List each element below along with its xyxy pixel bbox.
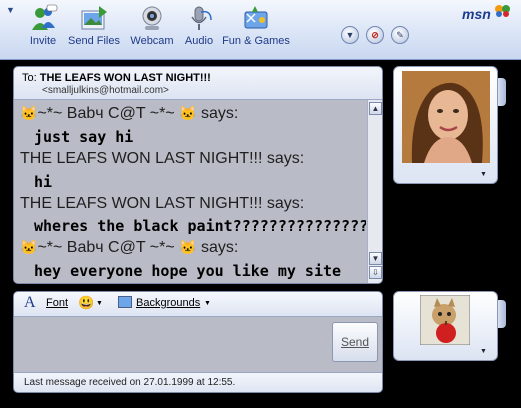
sender-name: ~*~ Babч C@T ~*~ xyxy=(37,105,175,122)
font-button[interactable]: Font xyxy=(46,297,68,309)
sender-line: 🐱~*~ Babч C@T ~*~ 🐱 says: xyxy=(20,105,238,123)
says-label: says: xyxy=(201,105,239,122)
format-toolbar: A Font 😃 ▼ Backgrounds ▼ xyxy=(14,292,382,317)
emoticon-dropdown-icon[interactable]: ▼ xyxy=(96,300,103,307)
message-text: hi xyxy=(34,173,53,191)
send-files-icon xyxy=(81,6,107,30)
msn-conversation-window: ▼ Invite Send Files Webcam Audio Fun & G… xyxy=(0,0,521,408)
msn-butterfly-icon xyxy=(495,5,510,17)
cat-emoticon-icon: 🐱 xyxy=(20,105,38,121)
side-panel-handle[interactable] xyxy=(498,300,506,328)
sender-name: ~*~ Babч C@T ~*~ xyxy=(37,239,175,256)
emoticon-icon[interactable]: 😃 xyxy=(78,295,94,311)
conversation-panel: To: THE LEAFS WON LAST NIGHT!!! <smallju… xyxy=(13,66,383,284)
message-text: wheres the black paint????????????????? xyxy=(34,217,366,235)
message-text: just say hi xyxy=(34,128,134,146)
my-display-picture-panel: ▼ xyxy=(393,291,498,361)
scrollbar[interactable]: ▲ ▼ ⇩ xyxy=(367,100,382,283)
cat-emoticon-icon: 🐱 xyxy=(179,239,197,255)
send-files-label: Send Files xyxy=(68,35,120,47)
message-text: hey everyone hope you like my site xyxy=(34,262,342,280)
contact-display-picture[interactable] xyxy=(402,71,490,163)
status-bar: Last message received on 27.01.1999 at 1… xyxy=(14,372,382,392)
says-label: says: xyxy=(201,239,239,256)
webcam-label: Webcam xyxy=(130,35,174,47)
sender-line: THE LEAFS WON LAST NIGHT!!! says: xyxy=(20,150,305,167)
invite-button[interactable]: Invite xyxy=(24,4,62,47)
microphone-icon xyxy=(191,6,212,30)
picture-dropdown-icon[interactable]: ▼ xyxy=(480,171,487,178)
backgrounds-dropdown-icon[interactable]: ▼ xyxy=(204,300,211,307)
toolbar: ▼ Invite Send Files Webcam Audio Fun & G… xyxy=(0,0,521,60)
scroll-down-icon[interactable]: ▼ xyxy=(369,252,382,265)
to-prefix: To: xyxy=(22,72,37,84)
contact-email: <smalljulkins@hotmail.com> xyxy=(42,85,169,96)
picture-dropdown-icon[interactable]: ▼ xyxy=(480,348,487,355)
menu-chevron-icon[interactable]: ▼ xyxy=(6,5,16,15)
options-dropdown-button[interactable]: ▼ xyxy=(341,26,359,44)
webcam-icon xyxy=(142,6,162,30)
cat-emoticon-icon: 🐱 xyxy=(20,239,38,255)
audio-label: Audio xyxy=(184,35,214,47)
message-history[interactable]: 🐱~*~ Babч C@T ~*~ 🐱 says: just say hi TH… xyxy=(14,100,366,283)
font-icon[interactable]: A xyxy=(24,294,36,312)
cat-emoticon-icon: 🐱 xyxy=(179,105,197,121)
backgrounds-icon[interactable] xyxy=(118,296,132,308)
my-display-picture[interactable] xyxy=(420,295,470,345)
webcam-button[interactable]: Webcam xyxy=(128,4,176,47)
msn-logo: msn xyxy=(462,6,491,22)
to-bar: To: THE LEAFS WON LAST NIGHT!!! <smallju… xyxy=(14,67,382,100)
invite-icon xyxy=(32,4,58,30)
message-input[interactable] xyxy=(16,318,326,370)
contact-name: THE LEAFS WON LAST NIGHT!!! xyxy=(39,72,211,84)
invite-label: Invite xyxy=(29,35,57,47)
compose-panel: A Font 😃 ▼ Backgrounds ▼ Send Last messa… xyxy=(13,291,383,393)
sender-line: 🐱~*~ Babч C@T ~*~ 🐱 says: xyxy=(20,239,238,257)
side-panel-handle[interactable] xyxy=(498,78,506,106)
fun-games-label: Fun & Games xyxy=(222,35,290,47)
scroll-up-icon[interactable]: ▲ xyxy=(369,102,382,115)
block-icon[interactable]: ⊘ xyxy=(366,26,384,44)
scroll-end-icon[interactable]: ⇩ xyxy=(369,266,382,279)
status-text: Last message received on 27.01.1999 at 1… xyxy=(24,377,236,388)
send-files-button[interactable]: Send Files xyxy=(67,4,121,47)
fun-games-button[interactable]: Fun & Games xyxy=(222,4,290,47)
sender-line: THE LEAFS WON LAST NIGHT!!! says: xyxy=(20,195,305,212)
send-button[interactable]: Send xyxy=(332,322,378,362)
pen-icon[interactable]: ✎ xyxy=(391,26,409,44)
audio-button[interactable]: Audio xyxy=(181,4,217,47)
contact-display-picture-panel: ▼ xyxy=(393,66,498,184)
to-line: To: THE LEAFS WON LAST NIGHT!!! xyxy=(22,72,211,84)
backgrounds-button[interactable]: Backgrounds xyxy=(136,297,200,309)
fun-games-icon xyxy=(244,6,268,29)
